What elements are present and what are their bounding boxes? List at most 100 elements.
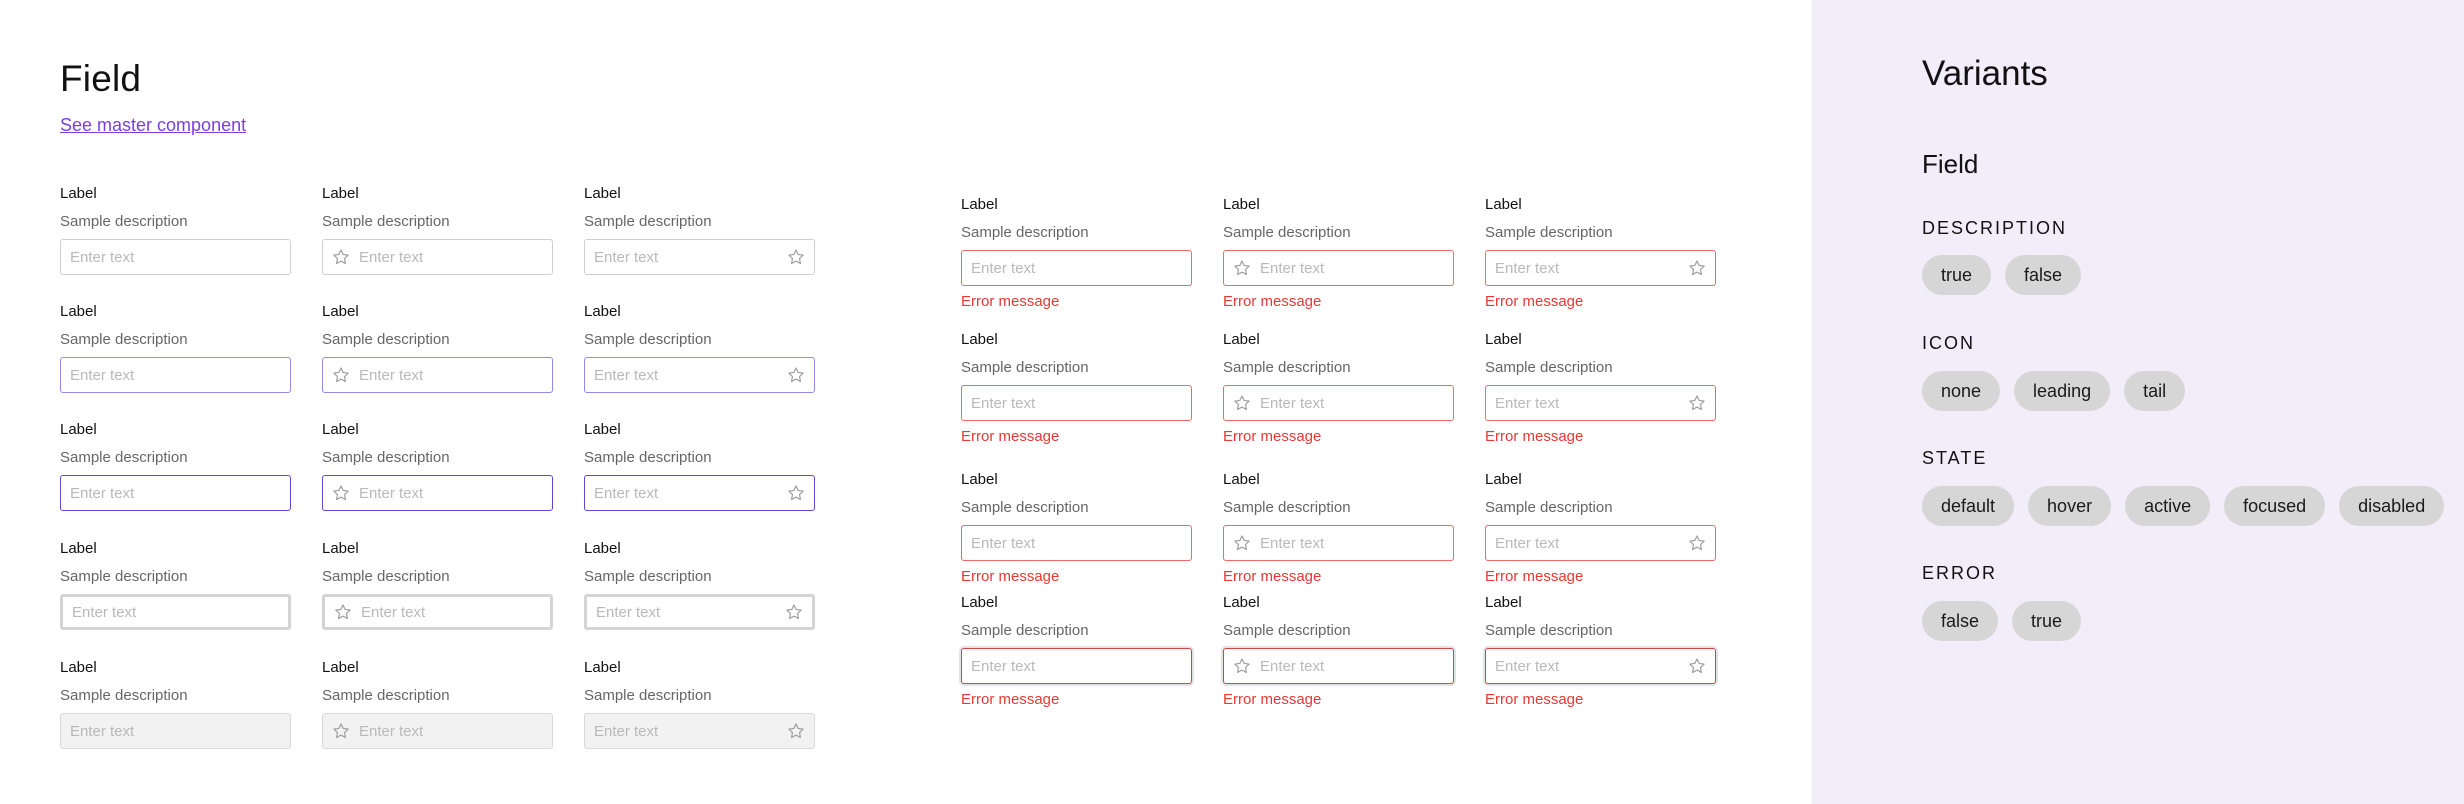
star-icon bbox=[1688, 534, 1706, 552]
text-input[interactable]: Enter text bbox=[961, 648, 1192, 684]
text-input[interactable]: Enter text bbox=[1223, 250, 1454, 286]
input-placeholder: Enter text bbox=[1260, 259, 1325, 277]
star-icon bbox=[1688, 259, 1706, 277]
chip-state-default[interactable]: default bbox=[1922, 486, 2015, 526]
field-description: Sample description bbox=[60, 331, 188, 348]
text-input[interactable]: Enter text bbox=[322, 594, 553, 630]
star-icon bbox=[1233, 534, 1251, 552]
field-label: Label bbox=[1223, 594, 1260, 611]
page-title: Field bbox=[60, 58, 142, 99]
field-description: Sample description bbox=[322, 687, 450, 704]
field-description: Sample description bbox=[1223, 499, 1351, 516]
star-icon bbox=[332, 248, 350, 266]
error-message: Error message bbox=[1485, 293, 1584, 310]
text-input[interactable]: Enter text bbox=[1485, 525, 1716, 561]
input-placeholder: Enter text bbox=[1260, 394, 1325, 412]
input-placeholder: Enter text bbox=[70, 722, 135, 740]
chip-state-hover[interactable]: hover bbox=[2028, 486, 2112, 526]
chip-state-focused[interactable]: focused bbox=[2224, 486, 2326, 526]
input-placeholder: Enter text bbox=[594, 722, 659, 740]
input-placeholder: Enter text bbox=[594, 366, 659, 384]
star-icon bbox=[1688, 657, 1706, 675]
text-input[interactable]: Enter text bbox=[60, 475, 291, 511]
text-input[interactable]: Enter text bbox=[584, 357, 815, 393]
text-input[interactable]: Enter text bbox=[1485, 648, 1716, 684]
input-placeholder: Enter text bbox=[359, 366, 424, 384]
chip-state-active[interactable]: active bbox=[2125, 486, 2211, 526]
text-input[interactable]: Enter text bbox=[584, 594, 815, 630]
field-label: Label bbox=[322, 185, 359, 202]
field-label: Label bbox=[584, 421, 621, 438]
field-label: Label bbox=[322, 540, 359, 557]
field-description: Sample description bbox=[1485, 622, 1613, 639]
field-description: Sample description bbox=[961, 499, 1089, 516]
field-description: Sample description bbox=[961, 224, 1089, 241]
field-description: Sample description bbox=[1485, 224, 1613, 241]
field-label: Label bbox=[1485, 471, 1522, 488]
field-label: Label bbox=[961, 196, 998, 213]
text-input[interactable]: Enter text bbox=[60, 594, 291, 630]
field-description: Sample description bbox=[1223, 622, 1351, 639]
chip-error-false[interactable]: false bbox=[1922, 601, 1999, 641]
text-input[interactable]: Enter text bbox=[322, 475, 553, 511]
text-input[interactable]: Enter text bbox=[961, 250, 1192, 286]
text-input[interactable]: Enter text bbox=[584, 475, 815, 511]
field-description: Sample description bbox=[584, 331, 712, 348]
chip-error-true[interactable]: true bbox=[2012, 601, 2082, 641]
input-placeholder: Enter text bbox=[1495, 394, 1560, 412]
text-input[interactable]: Enter text bbox=[60, 357, 291, 393]
text-input[interactable]: Enter text bbox=[1485, 385, 1716, 421]
text-input[interactable]: Enter text bbox=[584, 239, 815, 275]
error-message: Error message bbox=[961, 428, 1060, 445]
text-input[interactable]: Enter text bbox=[322, 357, 553, 393]
text-input[interactable]: Enter text bbox=[1485, 250, 1716, 286]
field-description: Sample description bbox=[961, 359, 1089, 376]
input-placeholder: Enter text bbox=[594, 248, 659, 266]
chip-icon-tail[interactable]: tail bbox=[2124, 371, 2186, 411]
input-placeholder: Enter text bbox=[1495, 259, 1560, 277]
text-input: Enter text bbox=[60, 713, 291, 749]
field-description: Sample description bbox=[60, 568, 188, 585]
error-message: Error message bbox=[1223, 691, 1322, 708]
text-input: Enter text bbox=[322, 713, 553, 749]
input-placeholder: Enter text bbox=[70, 366, 135, 384]
field-label: Label bbox=[584, 540, 621, 557]
field-description: Sample description bbox=[1485, 499, 1613, 516]
variant-options-icon: none leading tail bbox=[1922, 371, 2186, 411]
text-input[interactable]: Enter text bbox=[961, 385, 1192, 421]
text-input[interactable]: Enter text bbox=[60, 239, 291, 275]
variant-options-state: default hover active focused disabled bbox=[1922, 486, 2445, 526]
field-label: Label bbox=[961, 594, 998, 611]
field-label: Label bbox=[1223, 471, 1260, 488]
text-input[interactable]: Enter text bbox=[1223, 385, 1454, 421]
text-input[interactable]: Enter text bbox=[961, 525, 1192, 561]
chip-icon-none[interactable]: none bbox=[1922, 371, 2001, 411]
star-icon bbox=[787, 248, 805, 266]
star-icon bbox=[1233, 394, 1251, 412]
field-description: Sample description bbox=[961, 622, 1089, 639]
field-label: Label bbox=[1485, 196, 1522, 213]
field-label: Label bbox=[322, 659, 359, 676]
chip-icon-leading[interactable]: leading bbox=[2014, 371, 2111, 411]
field-label: Label bbox=[584, 303, 621, 320]
variant-options-description: true false bbox=[1922, 255, 2082, 295]
see-master-component-link[interactable]: See master component bbox=[60, 115, 246, 136]
star-icon bbox=[787, 722, 805, 740]
field-label: Label bbox=[322, 421, 359, 438]
field-label: Label bbox=[322, 303, 359, 320]
error-message: Error message bbox=[961, 293, 1060, 310]
field-label: Label bbox=[961, 471, 998, 488]
text-input[interactable]: Enter text bbox=[1223, 648, 1454, 684]
chip-description-false[interactable]: false bbox=[2005, 255, 2082, 295]
error-message: Error message bbox=[1485, 568, 1584, 585]
star-icon bbox=[787, 366, 805, 384]
variant-options-error: false true bbox=[1922, 601, 2082, 641]
text-input[interactable]: Enter text bbox=[1223, 525, 1454, 561]
text-input[interactable]: Enter text bbox=[322, 239, 553, 275]
star-icon bbox=[334, 603, 352, 621]
chip-state-disabled[interactable]: disabled bbox=[2339, 486, 2445, 526]
input-placeholder: Enter text bbox=[1260, 657, 1325, 675]
chip-description-true[interactable]: true bbox=[1922, 255, 1992, 295]
error-message: Error message bbox=[961, 568, 1060, 585]
star-icon bbox=[1233, 259, 1251, 277]
